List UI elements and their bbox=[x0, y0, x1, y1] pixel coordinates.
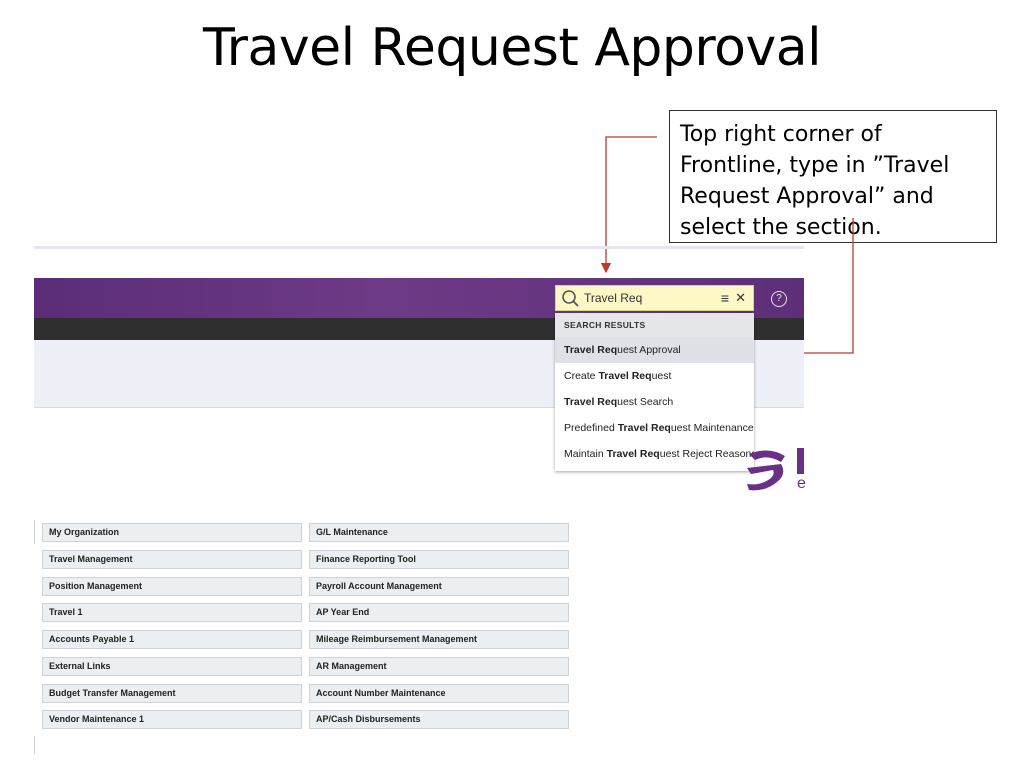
search-icon bbox=[562, 290, 579, 307]
help-icon[interactable]: ? bbox=[771, 291, 787, 307]
search-results-header: SEARCH RESULTS bbox=[555, 313, 754, 337]
tile-edge bbox=[34, 736, 35, 754]
menu-tile-mileage-reimbursement-management[interactable]: Mileage Reimbursement Management bbox=[309, 630, 569, 649]
clear-icon[interactable]: ✕ bbox=[735, 290, 746, 306]
menu-tile-position-management[interactable]: Position Management bbox=[42, 577, 302, 596]
search-input[interactable]: Travel Req ≡ ✕ bbox=[555, 285, 754, 311]
menu-tile-accounts-payable-1[interactable]: Accounts Payable 1 bbox=[42, 630, 302, 649]
app-top-divider bbox=[34, 246, 804, 249]
frontline-logo-text bbox=[797, 448, 804, 474]
menu-tile-travel-management[interactable]: Travel Management bbox=[42, 550, 302, 569]
tile-edge bbox=[34, 520, 35, 544]
search-value: Travel Req bbox=[584, 291, 643, 305]
menu-tile-ar-management[interactable]: AR Management bbox=[309, 657, 569, 676]
menu-tile-budget-transfer-management[interactable]: Budget Transfer Management bbox=[42, 684, 302, 703]
instruction-callout: Top right corner of Frontline, type in ”… bbox=[669, 110, 997, 243]
result-item-create-travel-request[interactable]: Create Travel Request bbox=[555, 363, 754, 389]
menu-tile-account-number-maintenance[interactable]: Account Number Maintenance bbox=[309, 684, 569, 703]
frontline-logo-subtext: e bbox=[797, 475, 806, 492]
menu-tile-my-organization[interactable]: My Organization bbox=[42, 523, 302, 542]
search-results-dropdown: SEARCH RESULTS Travel Request Approval C… bbox=[555, 313, 754, 471]
slide-title: Travel Request Approval bbox=[202, 18, 822, 78]
menu-tile-payroll-account-management[interactable]: Payroll Account Management bbox=[309, 577, 569, 596]
arrow-to-search bbox=[600, 136, 657, 274]
menu-tile-vendor-maintenance-1[interactable]: Vendor Maintenance 1 bbox=[42, 710, 302, 729]
menu-tile-finance-reporting-tool[interactable]: Finance Reporting Tool bbox=[309, 550, 569, 569]
menu-tile-travel-1[interactable]: Travel 1 bbox=[42, 603, 302, 622]
result-item-travel-request-approval[interactable]: Travel Request Approval bbox=[555, 337, 754, 363]
menu-tile-ap-year-end[interactable]: AP Year End bbox=[309, 603, 569, 622]
menu-icon[interactable]: ≡ bbox=[721, 290, 729, 306]
result-item-travel-request-search[interactable]: Travel Request Search bbox=[555, 389, 754, 415]
menu-tile-external-links[interactable]: External Links bbox=[42, 657, 302, 676]
frontline-logo-icon bbox=[747, 450, 785, 491]
result-item-maintain-travel-request-reject-reasons[interactable]: Maintain Travel Request Reject Reasons bbox=[555, 441, 754, 467]
menu-tile-ap-cash-disbursements[interactable]: AP/Cash Disbursements bbox=[309, 710, 569, 729]
menu-tile-gl-maintenance[interactable]: G/L Maintenance bbox=[309, 523, 569, 542]
result-item-predefined-travel-request-maintenance[interactable]: Predefined Travel Request Maintenance bbox=[555, 415, 754, 441]
